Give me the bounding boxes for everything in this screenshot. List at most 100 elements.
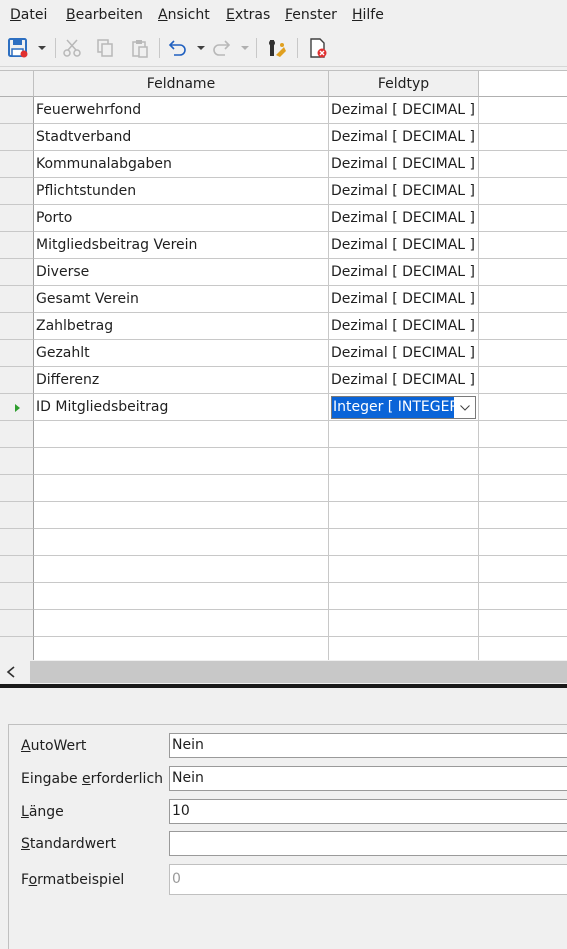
row-header[interactable] — [0, 340, 34, 367]
table-row[interactable]: Feuerwehrfond Dezimal [ DECIMAL ] — [0, 97, 567, 124]
column-header-field-name[interactable]: Feldname — [34, 71, 329, 97]
row-header[interactable] — [0, 151, 34, 178]
row-header[interactable] — [0, 367, 34, 394]
row-header[interactable] — [0, 448, 34, 475]
table-row-empty[interactable] — [0, 637, 567, 661]
field-name-cell[interactable] — [34, 448, 329, 475]
table-row[interactable]: Mitgliedsbeitrag Verein Dezimal [ DECIMA… — [0, 232, 567, 259]
field-type-cell[interactable]: Dezimal [ DECIMAL ] — [329, 340, 479, 367]
field-type-cell[interactable]: Dezimal [ DECIMAL ] — [329, 286, 479, 313]
field-type-cell[interactable] — [329, 448, 479, 475]
row-header[interactable] — [0, 97, 34, 124]
paste-icon[interactable] — [128, 36, 152, 60]
table-row[interactable]: Kommunalabgaben Dezimal [ DECIMAL ] — [0, 151, 567, 178]
field-name-cell[interactable] — [34, 610, 329, 637]
field-type-dropdown-value[interactable]: Integer [ INTEGER ] — [332, 397, 454, 418]
row-header[interactable] — [0, 475, 34, 502]
field-type-cell[interactable]: Dezimal [ DECIMAL ] — [329, 205, 479, 232]
field-name-cell[interactable] — [34, 421, 329, 448]
table-row-empty[interactable] — [0, 421, 567, 448]
eingabe-erforderlich-field[interactable]: Nein — [169, 766, 567, 791]
table-row-empty[interactable] — [0, 583, 567, 610]
table-row-empty[interactable] — [0, 529, 567, 556]
field-type-cell[interactable] — [329, 529, 479, 556]
field-name-cell[interactable]: Diverse — [34, 259, 329, 286]
table-row-empty[interactable] — [0, 448, 567, 475]
field-name-cell[interactable]: Gesamt Verein — [34, 286, 329, 313]
field-name-cell[interactable]: Porto — [34, 205, 329, 232]
row-header[interactable] — [0, 421, 34, 448]
copy-icon[interactable] — [93, 36, 117, 60]
field-name-cell[interactable]: Kommunalabgaben — [34, 151, 329, 178]
field-name-cell[interactable]: Pflichtstunden — [34, 178, 329, 205]
table-row-empty[interactable] — [0, 610, 567, 637]
table-row[interactable]: Gesamt Verein Dezimal [ DECIMAL ] — [0, 286, 567, 313]
menu-bearbeiten[interactable]: Bearbeiten — [66, 7, 143, 23]
row-header[interactable] — [0, 394, 34, 421]
table-row[interactable]: Diverse Dezimal [ DECIMAL ] — [0, 259, 567, 286]
row-header[interactable] — [0, 529, 34, 556]
table-row[interactable]: Zahlbetrag Dezimal [ DECIMAL ] — [0, 313, 567, 340]
row-header[interactable] — [0, 610, 34, 637]
row-header[interactable] — [0, 124, 34, 151]
table-row-empty[interactable] — [0, 556, 567, 583]
menu-hilfe[interactable]: Hilfe — [352, 7, 384, 23]
field-type-cell[interactable] — [329, 421, 479, 448]
table-row-current[interactable]: ID Mitgliedsbeitrag Integer [ INTEGER ] — [0, 394, 567, 421]
table-row-empty[interactable] — [0, 475, 567, 502]
field-type-cell[interactable]: Dezimal [ DECIMAL ] — [329, 97, 479, 124]
field-type-cell[interactable] — [329, 502, 479, 529]
autowert-field[interactable]: Nein — [169, 733, 567, 758]
field-name-cell[interactable] — [34, 637, 329, 661]
row-header[interactable] — [0, 556, 34, 583]
table-row[interactable]: Pflichtstunden Dezimal [ DECIMAL ] — [0, 178, 567, 205]
menu-datei[interactable]: Datei — [10, 7, 47, 23]
field-type-cell[interactable] — [329, 610, 479, 637]
horizontal-scrollbar[interactable] — [0, 660, 567, 684]
laenge-field[interactable]: 10 — [169, 799, 567, 824]
delete-icon[interactable] — [306, 36, 330, 60]
field-type-cell[interactable]: Dezimal [ DECIMAL ] — [329, 232, 479, 259]
field-type-cell[interactable]: Dezimal [ DECIMAL ] — [329, 367, 479, 394]
row-header[interactable] — [0, 232, 34, 259]
field-type-dropdown[interactable]: Integer [ INTEGER ] — [331, 396, 476, 419]
table-row[interactable]: Stadtverband Dezimal [ DECIMAL ] — [0, 124, 567, 151]
row-header[interactable] — [0, 313, 34, 340]
field-name-cell[interactable]: Differenz — [34, 367, 329, 394]
field-type-cell[interactable]: Dezimal [ DECIMAL ] — [329, 151, 479, 178]
menu-fenster[interactable]: Fenster — [285, 7, 337, 23]
field-name-cell[interactable] — [34, 556, 329, 583]
table-row[interactable]: Porto Dezimal [ DECIMAL ] — [0, 205, 567, 232]
row-header[interactable] — [0, 502, 34, 529]
save-dropdown-arrow-icon[interactable] — [38, 44, 46, 52]
field-type-cell[interactable] — [329, 475, 479, 502]
standardwert-field[interactable] — [169, 831, 567, 856]
field-type-cell[interactable]: Dezimal [ DECIMAL ] — [329, 259, 479, 286]
row-header[interactable] — [0, 259, 34, 286]
row-header[interactable] — [0, 637, 34, 661]
row-header[interactable] — [0, 286, 34, 313]
menu-ansicht[interactable]: Ansicht — [158, 7, 210, 23]
scrollbar-thumb[interactable] — [30, 661, 567, 683]
table-row-empty[interactable] — [0, 502, 567, 529]
field-name-cell[interactable]: ID Mitgliedsbeitrag — [34, 394, 329, 421]
row-header[interactable] — [0, 178, 34, 205]
undo-dropdown-arrow-icon[interactable] — [197, 44, 205, 52]
field-name-cell[interactable] — [34, 502, 329, 529]
scroll-left-icon[interactable] — [6, 666, 16, 682]
field-name-cell[interactable] — [34, 475, 329, 502]
field-name-cell[interactable] — [34, 583, 329, 610]
field-name-cell[interactable]: Feuerwehrfond — [34, 97, 329, 124]
field-type-cell[interactable] — [329, 637, 479, 661]
redo-dropdown-arrow-icon[interactable] — [241, 44, 249, 52]
field-name-cell[interactable] — [34, 529, 329, 556]
row-header[interactable] — [0, 205, 34, 232]
column-header-field-type[interactable]: Feldtyp — [329, 71, 479, 97]
primary-key-icon[interactable] — [265, 36, 289, 60]
row-header[interactable] — [0, 583, 34, 610]
field-type-cell[interactable] — [329, 556, 479, 583]
field-type-cell[interactable]: Dezimal [ DECIMAL ] — [329, 124, 479, 151]
chevron-down-icon[interactable] — [454, 397, 475, 418]
field-name-cell[interactable]: Mitgliedsbeitrag Verein — [34, 232, 329, 259]
field-type-cell[interactable]: Dezimal [ DECIMAL ] — [329, 178, 479, 205]
